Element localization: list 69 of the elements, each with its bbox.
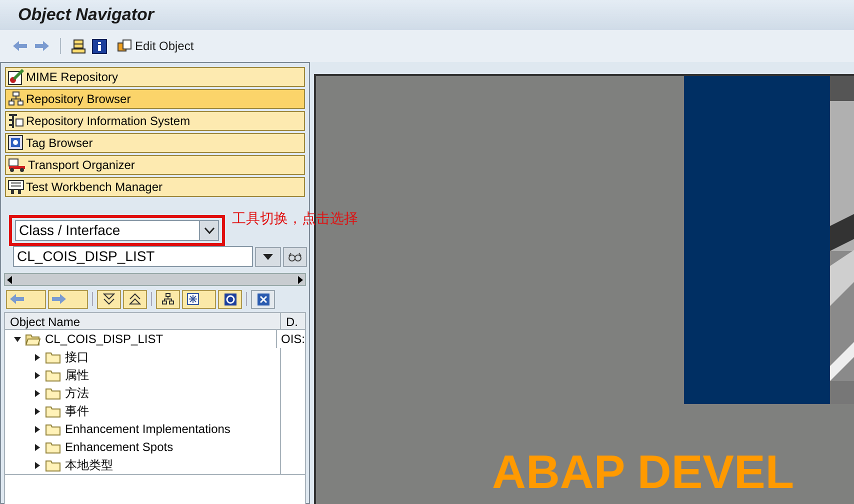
tool-button[interactable]: Tag Browser	[5, 133, 305, 153]
hierarchy-button[interactable]	[156, 290, 180, 308]
table-cell: OIS:	[280, 332, 305, 346]
caret-icon	[263, 254, 273, 260]
close-icon	[256, 292, 270, 306]
glasses-icon	[288, 252, 302, 262]
window-title: Object Navigator	[18, 4, 154, 26]
pencil-icon	[8, 69, 24, 85]
expanded-caret-icon[interactable]	[14, 336, 20, 342]
close-button[interactable]	[251, 290, 275, 308]
info-icon[interactable]	[92, 38, 107, 54]
stack-icon[interactable]	[71, 38, 86, 54]
object-type-dropdown[interactable]: Class / Interface	[15, 220, 219, 241]
forward-arrow-icon	[52, 294, 66, 304]
folder-icon	[45, 404, 61, 418]
tree-node-label[interactable]: Enhancement Implementations	[65, 420, 230, 438]
tree-node-label[interactable]: 本地类型	[65, 456, 113, 474]
tool-button[interactable]: Repository Browser	[5, 89, 305, 109]
tree-node-label[interactable]: CL_COIS_DISP_LIST	[45, 330, 164, 348]
tool-button[interactable]: Test Workbench Manager	[5, 177, 305, 197]
dropdown-button[interactable]	[255, 246, 281, 266]
collapsed-caret-icon[interactable]	[34, 372, 40, 378]
truck-icon	[8, 157, 26, 173]
column-header[interactable]: Object Name	[5, 313, 281, 329]
horizontal-scrollbar[interactable]	[4, 273, 306, 286]
monitor-icon	[8, 179, 24, 195]
tree-node-label[interactable]: Enhancement Spots	[65, 438, 174, 456]
tree-node-label[interactable]: 属性	[65, 366, 89, 384]
tool-button[interactable]: Transport Organizer	[5, 155, 305, 175]
tool-button[interactable]: MIME Repository	[5, 67, 305, 87]
collapsed-caret-icon[interactable]	[34, 444, 40, 450]
collapsed-caret-icon[interactable]	[34, 390, 40, 396]
folder-icon	[45, 422, 61, 436]
expand-button[interactable]	[97, 290, 121, 308]
chevron-down-icon	[204, 227, 214, 234]
back-arrow-icon	[10, 294, 24, 304]
collapse-button[interactable]	[123, 290, 147, 308]
scroll-right-icon[interactable]	[298, 276, 303, 284]
collapsed-caret-icon[interactable]	[34, 354, 40, 360]
hierarchy-icon	[8, 91, 24, 107]
scroll-left-icon[interactable]	[7, 276, 12, 284]
filter-button[interactable]	[182, 290, 216, 308]
chevron-down-icon	[103, 293, 115, 305]
folder-icon	[45, 368, 61, 382]
document-icon	[8, 135, 24, 151]
dropdown-button[interactable]	[199, 221, 218, 240]
tree-node-label[interactable]: 事件	[65, 402, 89, 420]
asterisk-icon	[187, 293, 199, 305]
glasses-button[interactable]	[283, 246, 307, 266]
edit-icon	[117, 38, 133, 54]
hierarchy-icon	[162, 293, 174, 305]
folder-icon	[45, 386, 61, 400]
tree-node-label[interactable]: 接口	[65, 348, 89, 366]
folder-icon	[45, 350, 61, 364]
collapsed-caret-icon[interactable]	[34, 462, 40, 468]
tool-button[interactable]: Repository Information System	[5, 111, 305, 131]
open-folder-icon	[25, 332, 41, 346]
tree-structure-icon	[8, 113, 24, 129]
splash-heading: ABAP DEVEL	[492, 448, 794, 495]
edit-object-button[interactable]: Edit Object	[117, 37, 194, 55]
column-header[interactable]: D.	[281, 313, 298, 329]
collapsed-caret-icon[interactable]	[34, 426, 40, 432]
refresh-button[interactable]	[218, 290, 242, 308]
collapsed-caret-icon[interactable]	[34, 408, 40, 414]
folder-icon	[45, 458, 61, 472]
folder-icon	[45, 440, 61, 454]
object-name-field[interactable]: CL_COIS_DISP_LIST	[13, 246, 253, 267]
chevron-up-icon	[129, 293, 141, 305]
tree-node-label[interactable]: 方法	[65, 384, 89, 402]
